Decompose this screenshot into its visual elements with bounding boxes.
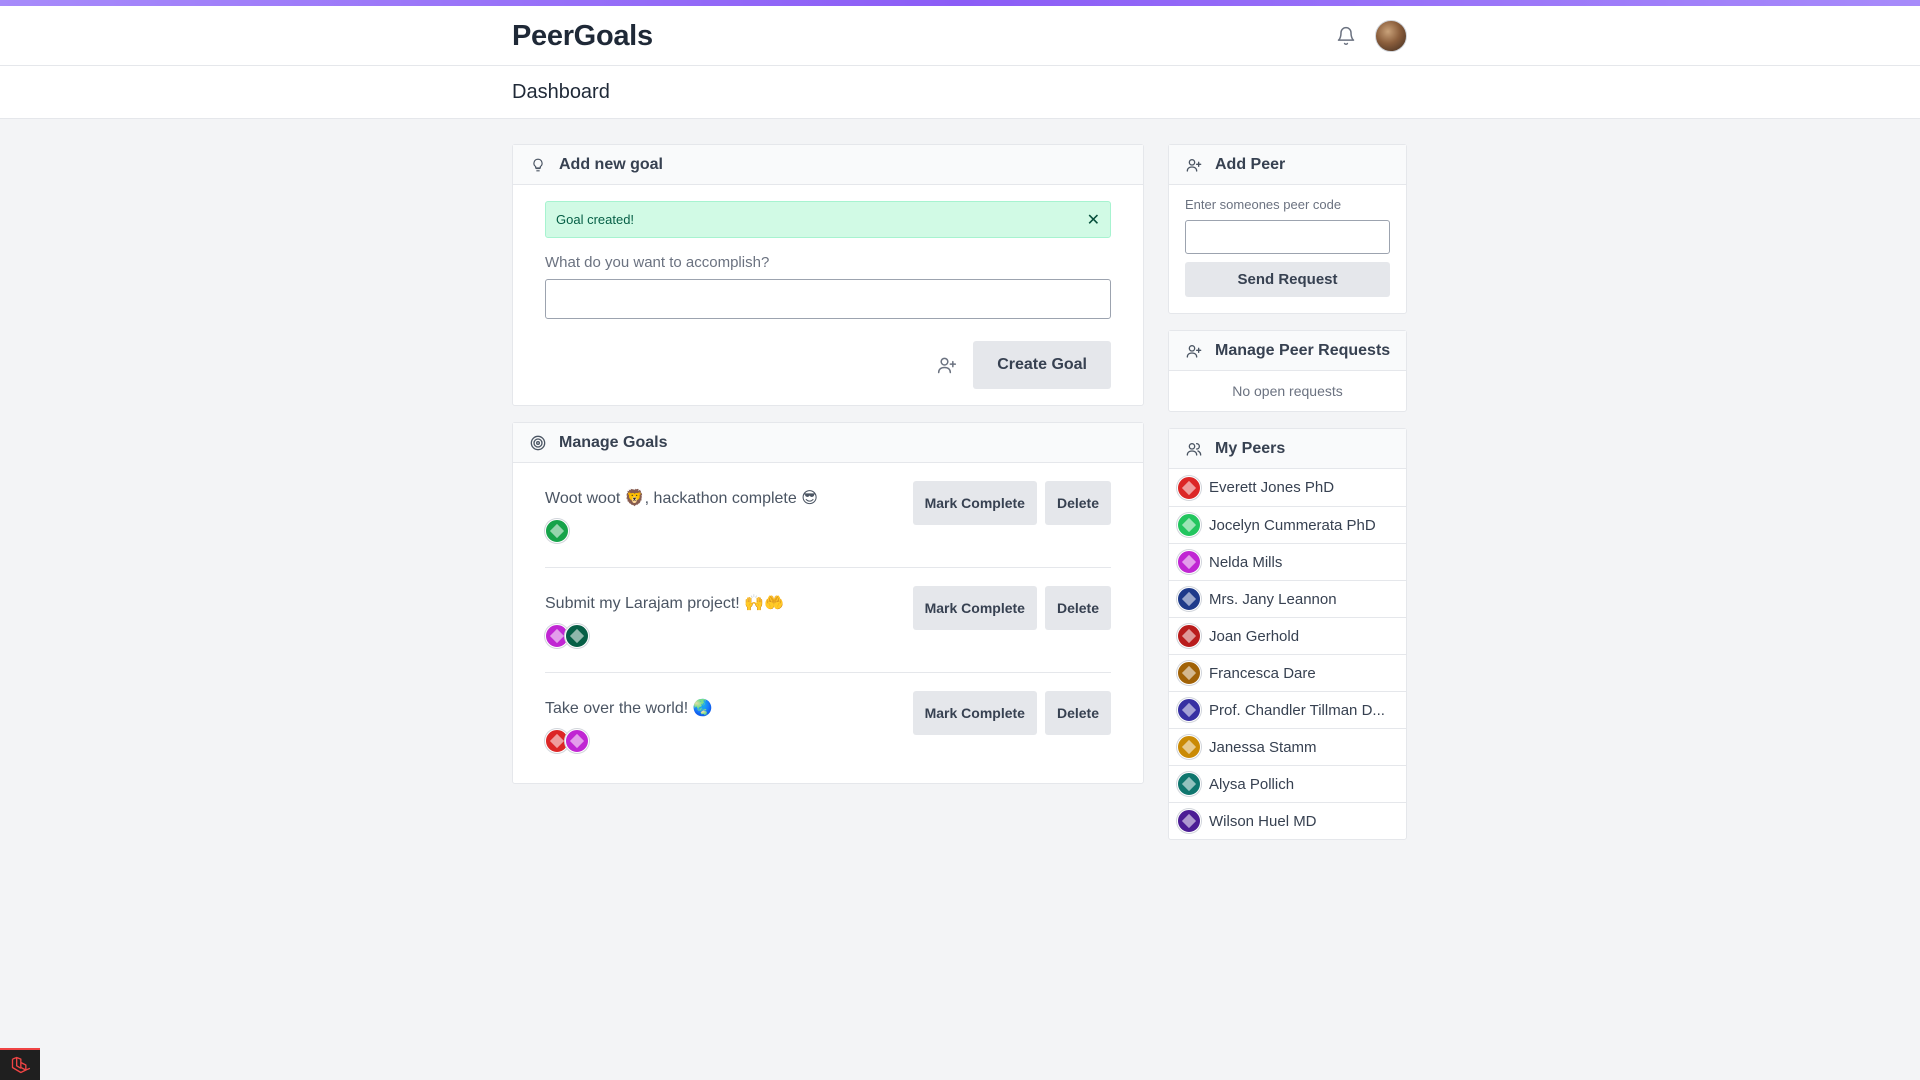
mark-complete-button[interactable]: Mark Complete <box>912 586 1037 630</box>
peer-name: Janessa Stamm <box>1209 738 1317 756</box>
add-goal-title: Add new goal <box>559 155 663 173</box>
peer-list-item[interactable]: Alysa Pollich <box>1169 765 1406 802</box>
lightbulb-icon <box>529 156 547 174</box>
goal-peer-avatars <box>545 624 784 648</box>
add-user-icon <box>1185 342 1203 360</box>
users-icon <box>1185 440 1203 458</box>
peer-list-item[interactable]: Nelda Mills <box>1169 543 1406 580</box>
peer-requests-title: Manage Peer Requests <box>1215 341 1391 359</box>
peer-name: Nelda Mills <box>1209 553 1283 571</box>
my-peers-card: My Peers Everett Jones PhD Jocelyn Cumme… <box>1168 428 1407 840</box>
no-requests-text: No open requests <box>1232 383 1343 399</box>
goal-row: Submit my Larajam project! 🙌🤲 Mark Compl… <box>545 568 1111 673</box>
my-peers-header: My Peers <box>1169 429 1406 469</box>
peer-name: Joan Gerhold <box>1209 627 1300 645</box>
manage-goals-card: Manage Goals Woot woot 🦁, hackathon comp… <box>512 422 1144 784</box>
peer-avatar[interactable] <box>565 729 589 753</box>
manage-goals-title: Manage Goals <box>559 433 668 451</box>
peer-name: Everett Jones PhD <box>1209 479 1335 496</box>
goal-peer-avatars <box>545 729 713 753</box>
peer-requests-header: Manage Peer Requests <box>1169 331 1406 371</box>
delete-button[interactable]: Delete <box>1044 481 1111 525</box>
manage-goals-header: Manage Goals <box>513 423 1143 463</box>
goal-text: Submit my Larajam project! 🙌🤲 <box>545 595 785 612</box>
add-goal-header: Add new goal <box>513 145 1143 185</box>
brand-logo[interactable]: PeerGoals <box>512 20 653 53</box>
right-column: Add Peer Enter someones peer code Send R… <box>1168 144 1407 856</box>
goal-field-label: What do you want to accomplish? <box>545 254 770 271</box>
page-title: Dashboard <box>512 81 610 103</box>
goal-input[interactable] <box>545 279 1111 319</box>
peer-name: Wilson Huel MD <box>1209 812 1317 830</box>
mark-complete-button[interactable]: Mark Complete <box>912 691 1037 735</box>
navbar: PeerGoals <box>0 6 1920 66</box>
goal-row: Take over the world! 🌏 Mark Complete Del… <box>545 673 1111 783</box>
peer-requests-card: Manage Peer Requests No open requests <box>1168 330 1407 412</box>
add-goal-card: Add new goal Goal created! ✕ What do you… <box>512 144 1144 406</box>
peer-list-item[interactable]: Joan Gerhold <box>1169 617 1406 654</box>
left-column: Add new goal Goal created! ✕ What do you… <box>512 144 1144 800</box>
delete-button[interactable]: Delete <box>1044 691 1111 735</box>
peer-name: Alysa Pollich <box>1209 775 1295 793</box>
peer-avatar <box>1177 587 1201 611</box>
peer-list-item[interactable]: Francesca Dare <box>1169 654 1406 691</box>
peer-name: Francesca Dare <box>1209 664 1316 682</box>
goal-text: Woot woot 🦁, hackathon complete 😎 <box>545 490 818 507</box>
add-user-icon[interactable] <box>935 353 959 377</box>
peer-avatar <box>1177 624 1201 648</box>
peer-list-item[interactable]: Everett Jones PhD <box>1169 469 1406 506</box>
success-alert: Goal created! ✕ <box>545 201 1111 238</box>
peer-avatar <box>1177 735 1201 759</box>
peer-code-label: Enter someones peer code <box>1185 197 1342 212</box>
page-header: Dashboard <box>0 66 1920 119</box>
goal-text: Take over the world! 🌏 <box>545 700 713 717</box>
add-peer-card: Add Peer Enter someones peer code Send R… <box>1168 144 1407 314</box>
close-icon[interactable]: ✕ <box>1087 210 1100 230</box>
laravel-logo-icon[interactable] <box>0 1048 40 1080</box>
peer-list-item[interactable]: Jocelyn Cummerata PhD <box>1169 506 1406 543</box>
mark-complete-button[interactable]: Mark Complete <box>912 481 1037 525</box>
target-icon <box>529 434 547 452</box>
peer-avatar <box>1177 550 1201 574</box>
add-peer-header: Add Peer <box>1169 145 1406 185</box>
peer-avatar <box>1177 698 1201 722</box>
peer-list-item[interactable]: Mrs. Jany Leannon <box>1169 580 1406 617</box>
goal-peer-avatars <box>545 519 818 543</box>
send-request-button[interactable]: Send Request <box>1185 262 1390 297</box>
peer-name: Mrs. Jany Leannon <box>1209 590 1337 608</box>
bell-icon[interactable] <box>1333 23 1359 49</box>
add-user-icon <box>1185 156 1203 174</box>
create-goal-button[interactable]: Create Goal <box>973 341 1111 389</box>
peer-avatar <box>1177 475 1201 500</box>
my-peers-title: My Peers <box>1215 439 1286 457</box>
user-avatar[interactable] <box>1375 20 1407 52</box>
peer-avatar[interactable] <box>565 624 589 648</box>
peer-name: Jocelyn Cummerata PhD <box>1209 516 1376 534</box>
alert-text: Goal created! <box>556 212 635 227</box>
peer-list-item[interactable]: Wilson Huel MD <box>1169 802 1406 839</box>
peer-avatar <box>1177 513 1201 537</box>
delete-button[interactable]: Delete <box>1044 586 1111 630</box>
goals-list: Woot woot 🦁, hackathon complete 😎 Mark C… <box>513 463 1143 783</box>
peer-list: Everett Jones PhD Jocelyn Cummerata PhD … <box>1169 469 1406 839</box>
peer-avatar[interactable] <box>545 519 569 543</box>
peer-list-item[interactable]: Janessa Stamm <box>1169 728 1406 765</box>
peer-list-item[interactable]: Prof. Chandler Tillman D... <box>1169 691 1406 728</box>
peer-avatar <box>1177 772 1201 796</box>
peer-avatar <box>1177 809 1201 833</box>
add-peer-title: Add Peer <box>1215 155 1286 173</box>
goal-row: Woot woot 🦁, hackathon complete 😎 Mark C… <box>545 463 1111 568</box>
peer-code-input[interactable] <box>1185 220 1390 254</box>
peer-name: Prof. Chandler Tillman D... <box>1209 701 1385 719</box>
peer-avatar <box>1177 661 1201 685</box>
